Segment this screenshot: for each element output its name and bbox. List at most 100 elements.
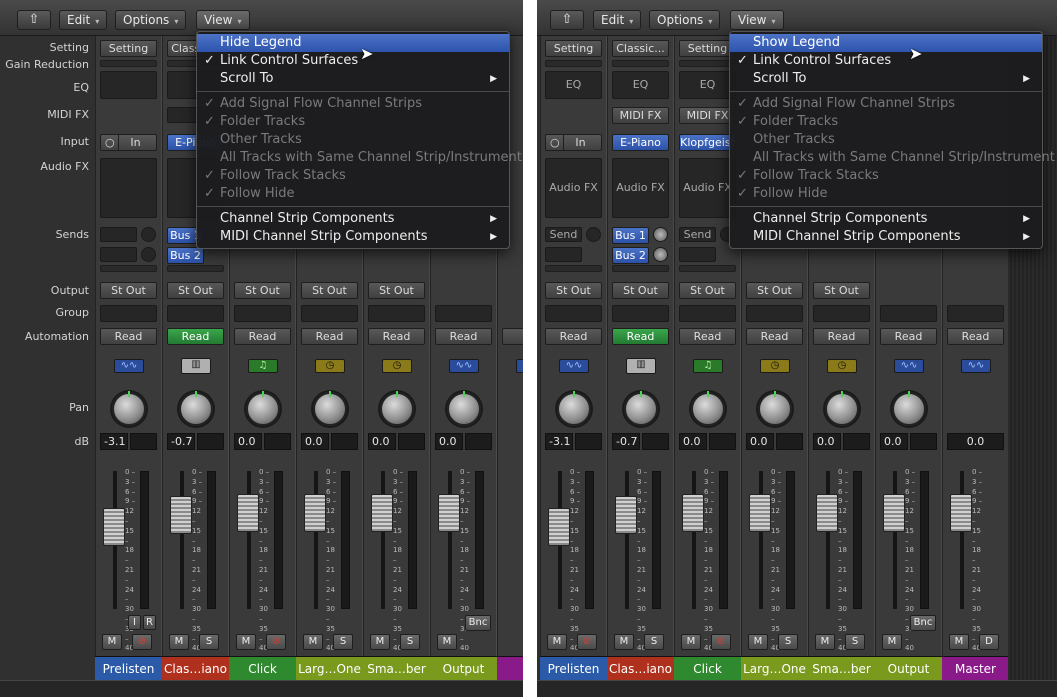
send-knob[interactable] [141,247,156,262]
menu-item-show-legend[interactable]: Show Legend [730,34,1042,52]
pan-knob[interactable] [691,391,725,426]
output-button[interactable]: St Out [100,282,157,299]
setting-button[interactable]: Setting [100,40,157,57]
menu-item-channel-strip-components[interactable]: Channel Strip Components ▶ [197,210,509,228]
edit-menu[interactable]: Edit ▾ [593,10,642,30]
mute-button[interactable]: M [681,634,701,650]
track-name[interactable]: Click [674,656,741,680]
setting-button[interactable]: Setting [679,40,736,57]
options-menu[interactable]: Options ▾ [115,10,187,30]
pan-knob[interactable] [447,391,481,426]
volume-fader[interactable] [237,494,259,532]
track-name[interactable]: Prelisten [540,656,607,680]
volume-db-field[interactable]: 0.0 [679,433,707,450]
group-slot[interactable] [301,305,358,322]
send-slot[interactable] [100,265,157,272]
volume-db-field[interactable]: 0.0 [435,433,463,450]
output-button[interactable]: St Out [813,282,870,299]
solo-safe-button[interactable]: ⊘ [577,634,597,650]
automation-button[interactable]: Read [880,328,937,345]
volume-db-field[interactable]: 0.0 [368,433,396,450]
solo-button[interactable]: S [845,634,865,650]
pan-knob[interactable] [892,391,926,426]
eq-display[interactable]: EQ [679,71,736,99]
send-slot[interactable] [545,247,582,262]
group-slot[interactable] [947,305,1004,322]
track-name[interactable]: Sma…ber [808,656,875,680]
mute-button[interactable]: M [102,634,122,650]
volume-fader[interactable] [950,494,972,532]
mute-button[interactable]: M [949,634,969,650]
mute-button[interactable]: M [547,634,567,650]
automation-button[interactable]: Read [435,328,492,345]
send-slot[interactable] [612,265,669,272]
mute-button[interactable]: M [614,634,634,650]
eq-display[interactable]: EQ [545,71,602,99]
audio-fx-slot[interactable]: Audio FX [545,158,602,218]
automation-button[interactable]: R [502,328,523,345]
volume-fader[interactable] [103,508,125,546]
solo-button[interactable]: S [333,634,353,650]
track-name[interactable]: Output [875,656,942,680]
send-slot[interactable] [100,247,137,262]
pan-knob[interactable] [179,391,213,426]
input-slot[interactable]: ○ In [545,134,602,151]
output-button[interactable]: St Out [545,282,602,299]
solo-safe-button[interactable]: ⊘ [266,634,286,650]
group-slot[interactable] [435,305,492,322]
options-menu[interactable]: Options ▾ [649,10,721,30]
send-slot[interactable] [100,227,137,242]
group-slot[interactable] [545,305,602,322]
menu-item-midi-channel-strip-components[interactable]: MIDI Channel Strip Components ▶ [730,228,1042,246]
group-slot[interactable] [612,305,669,322]
output-button[interactable]: St Out [368,282,425,299]
volume-fader[interactable] [883,494,905,532]
group-slot[interactable] [368,305,425,322]
output-button[interactable]: St Out [234,282,291,299]
output-button[interactable]: St Out [612,282,669,299]
track-name[interactable]: Prelisten [95,656,162,680]
view-menu[interactable]: View ▾ [196,10,250,30]
automation-button[interactable]: Read [100,328,157,345]
volume-fader[interactable] [816,494,838,532]
pan-knob[interactable] [380,391,414,426]
pan-knob[interactable] [825,391,859,426]
volume-fader[interactable] [615,496,637,534]
dim-button[interactable]: D [979,634,999,650]
eq-display[interactable] [100,71,157,99]
volume-db-field[interactable]: 0.0 [746,433,774,450]
automation-button[interactable]: Read [612,328,669,345]
pan-knob[interactable] [557,391,591,426]
input-slot[interactable]: ○ In [100,134,157,151]
send-slot[interactable]: Send [679,227,716,242]
mute-button[interactable]: M [437,634,457,650]
send-slot[interactable] [167,265,224,272]
group-slot[interactable] [234,305,291,322]
output-button[interactable]: St Out [746,282,803,299]
midi-fx-slot[interactable]: MIDI FX [679,107,736,124]
send-bus-2[interactable]: Bus 2 [167,247,204,264]
menu-item-scroll-to[interactable]: Scroll To ▶ [730,70,1042,88]
automation-button[interactable]: Read [234,328,291,345]
menu-item-hide-legend[interactable]: Hide Legend [197,34,509,52]
setting-button[interactable]: Classic... [612,40,669,57]
volume-fader[interactable] [682,494,704,532]
input-instrument-slot[interactable]: E-Piano [612,134,669,151]
output-button[interactable]: St Out [301,282,358,299]
send-slot[interactable]: Send [545,227,582,242]
mute-button[interactable]: M [236,634,256,650]
track-name[interactable]: Sma…ber [363,656,430,680]
send-slot[interactable] [545,265,602,272]
track-name[interactable]: Master [942,656,1009,680]
volume-fader[interactable] [304,494,326,532]
edit-menu[interactable]: Edit ▾ [59,10,108,30]
solo-safe-button[interactable]: ⊘ [711,634,731,650]
output-button[interactable]: St Out [679,282,736,299]
volume-fader[interactable] [438,494,460,532]
setting-button[interactable]: Setting [545,40,602,57]
automation-button[interactable]: Read [301,328,358,345]
volume-db-field[interactable]: 0.0 [880,433,908,450]
volume-db-field[interactable]: 0.0 [813,433,841,450]
group-slot[interactable] [679,305,736,322]
send-bus-2[interactable]: Bus 2 [612,247,649,264]
